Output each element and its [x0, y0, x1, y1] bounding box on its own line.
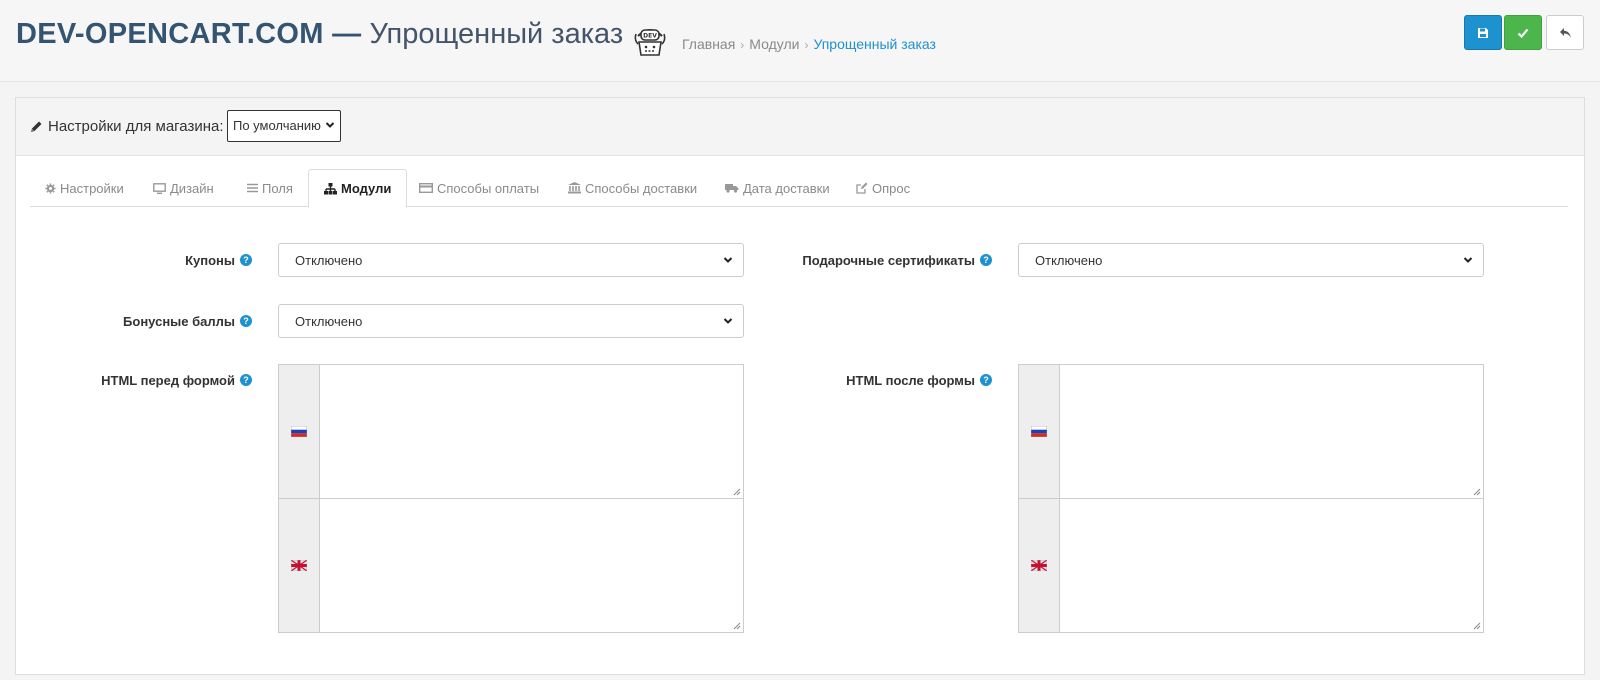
html-before-ru-textarea[interactable] — [278, 364, 744, 499]
bank-icon — [568, 182, 581, 194]
ru-flag-icon — [1031, 426, 1047, 437]
help-icon[interactable]: ? — [240, 254, 252, 266]
coupons-label: Купоны? — [76, 243, 252, 277]
resize-handle-icon[interactable] — [1473, 622, 1481, 630]
edit-icon — [856, 182, 868, 194]
tab-survey[interactable]: Опрос — [841, 169, 925, 207]
tab-delivery-date[interactable]: Дата доставки — [710, 169, 845, 207]
help-icon[interactable]: ? — [240, 315, 252, 327]
tab-payment-methods[interactable]: Способы оплаты — [404, 169, 554, 207]
svg-text:DEV: DEV — [643, 33, 657, 40]
coupons-select[interactable]: Отключено — [278, 243, 744, 277]
page-header: DEV-OPENCART.COM — Упрощенный заказ DEV … — [0, 0, 1600, 82]
html-after-label: HTML после формы? — [776, 371, 992, 389]
language-addon — [279, 499, 320, 632]
breadcrumb-modules[interactable]: Модули — [749, 36, 799, 52]
tab-modules[interactable]: Модули — [308, 169, 408, 208]
help-icon[interactable]: ? — [240, 374, 252, 386]
reply-icon — [1559, 27, 1571, 38]
gb-flag-icon — [291, 560, 307, 571]
tab-bar: Настройки Дизайн Поля Модули Способы опл… — [30, 169, 1568, 208]
settings-panel: Настройки для магазина: По умолчанию Нас… — [15, 97, 1585, 675]
monitor-icon — [153, 182, 166, 194]
resize-handle-icon[interactable] — [733, 488, 741, 496]
tab-settings[interactable]: Настройки — [30, 169, 139, 207]
back-button[interactable] — [1546, 15, 1584, 50]
breadcrumb-current[interactable]: Упрощенный заказ — [813, 36, 936, 52]
save-button[interactable] — [1464, 15, 1502, 50]
sitemap-icon — [324, 182, 337, 194]
gb-flag-icon — [1031, 560, 1047, 571]
apply-button[interactable] — [1504, 15, 1542, 50]
vouchers-select[interactable]: Отключено — [1018, 243, 1484, 277]
chevron-down-icon — [1463, 257, 1473, 263]
credit-card-icon — [419, 183, 433, 193]
dev-logo-icon: DEV — [634, 29, 666, 56]
floppy-icon — [1478, 27, 1488, 38]
pencil-icon — [31, 121, 42, 132]
reward-points-select[interactable]: Отключено — [278, 304, 744, 338]
html-after-ru-textarea[interactable] — [1018, 364, 1484, 499]
help-icon[interactable]: ? — [980, 374, 992, 386]
resize-handle-icon[interactable] — [733, 622, 741, 630]
chevron-down-icon — [325, 122, 335, 128]
chevron-down-icon — [723, 257, 733, 263]
html-before-en-textarea[interactable] — [278, 498, 744, 633]
language-addon — [279, 365, 320, 498]
reward-points-label: Бонусные баллы? — [76, 304, 252, 338]
resize-handle-icon[interactable] — [1473, 488, 1481, 496]
brand-title: DEV-OPENCART.COM — — [16, 18, 362, 50]
html-before-label: HTML перед формой? — [76, 371, 252, 389]
ru-flag-icon — [291, 426, 307, 437]
gear-icon — [45, 182, 56, 194]
language-addon — [1019, 499, 1060, 632]
html-after-en-textarea[interactable] — [1018, 498, 1484, 633]
page-title: DEV-OPENCART.COM — Упрощенный заказ — [16, 18, 623, 51]
breadcrumb: Главная › Модули › Упрощенный заказ — [682, 36, 936, 52]
breadcrumb-separator: › — [804, 38, 809, 52]
tab-design[interactable]: Дизайн — [138, 169, 229, 207]
bars-icon — [247, 183, 258, 193]
help-icon[interactable]: ? — [980, 254, 992, 266]
store-settings-label: Настройки для магазина: — [30, 118, 224, 135]
tab-fields[interactable]: Поля — [232, 169, 308, 207]
breadcrumb-separator: › — [740, 38, 745, 52]
panel-heading: Настройки для магазина: По умолчанию — [16, 98, 1584, 156]
vouchers-label: Подарочные сертификаты? — [776, 243, 992, 277]
language-addon — [1019, 365, 1060, 498]
chevron-down-icon — [723, 318, 733, 324]
store-select[interactable]: По умолчанию — [227, 110, 341, 142]
module-title: Упрощенный заказ — [369, 18, 624, 50]
check-icon — [1517, 28, 1529, 38]
breadcrumb-home[interactable]: Главная — [682, 36, 735, 52]
tab-shipping-methods[interactable]: Способы доставки — [553, 169, 712, 207]
truck-icon — [725, 184, 739, 193]
